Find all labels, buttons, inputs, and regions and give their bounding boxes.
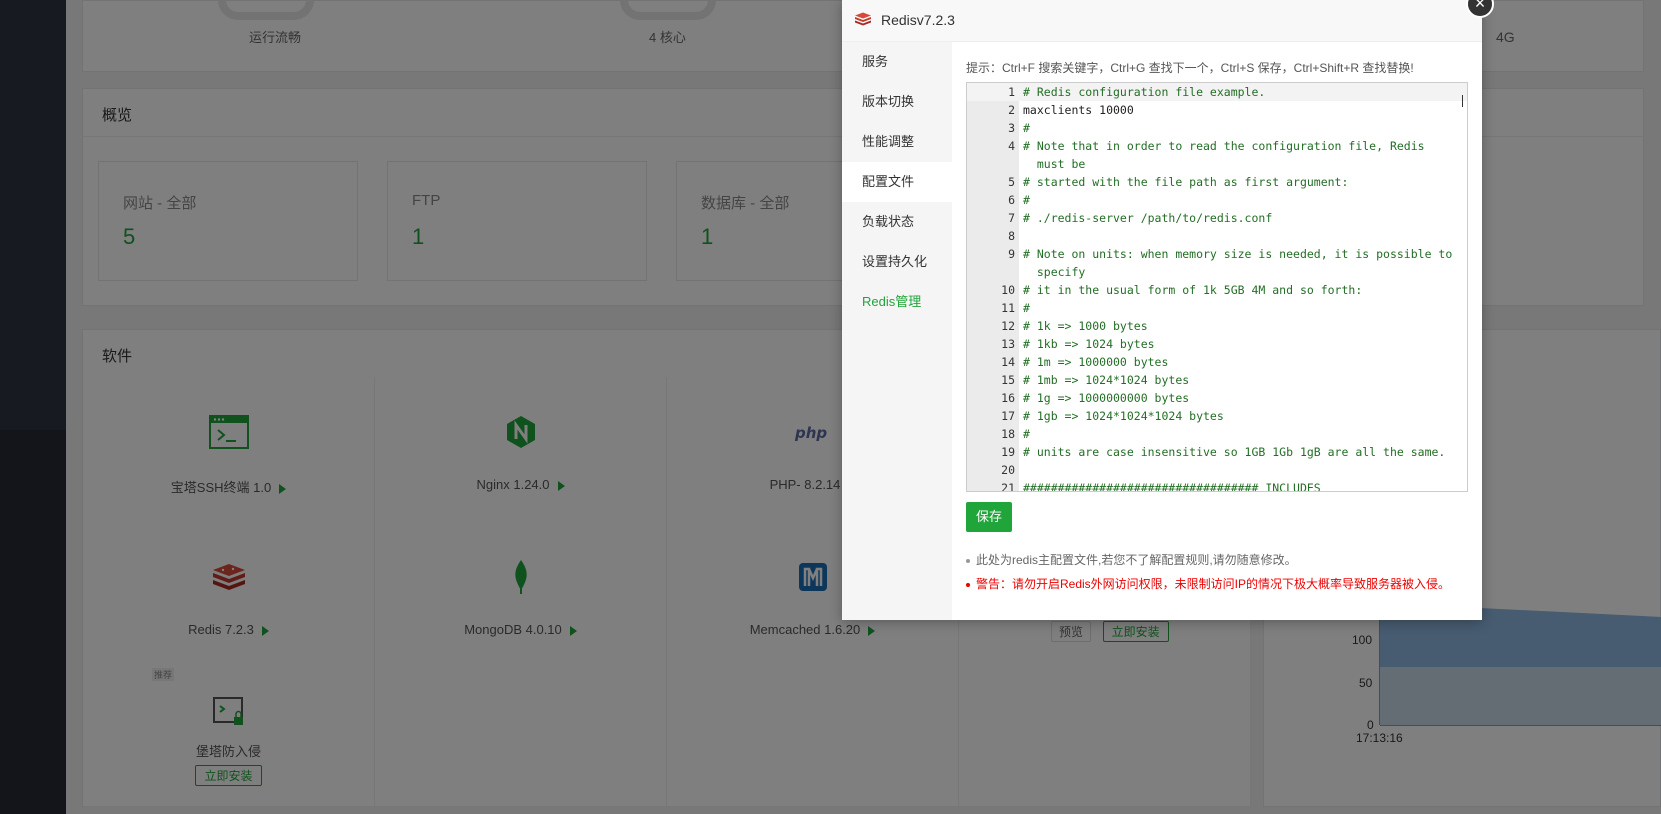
line-number: 16 xyxy=(1001,391,1015,405)
line-text: # Note on units: when memory size is nee… xyxy=(1023,247,1453,261)
editor-line[interactable]: 2 maxclients 10000 xyxy=(967,101,1467,119)
line-number: 2 xyxy=(1008,103,1015,117)
line-text: # xyxy=(1023,301,1030,315)
editor-line[interactable]: 20 xyxy=(967,461,1467,479)
editor-line[interactable]: 18 # xyxy=(967,425,1467,443)
line-number: 5 xyxy=(1008,175,1015,189)
line-text: # Redis configuration file example. xyxy=(1023,85,1266,99)
editor-line[interactable]: 10 # it in the usual form of 1k 5GB 4M an… xyxy=(967,281,1467,299)
editor-line[interactable]: 13 # 1kb => 1024 bytes xyxy=(967,335,1467,353)
line-text: # 1m => 1000000 bytes xyxy=(1023,355,1169,369)
line-text: # xyxy=(1023,193,1030,207)
redis-logo-icon xyxy=(854,11,872,30)
line-number: 18 xyxy=(1001,427,1015,441)
line-text: # 1gb => 1024*1024*1024 bytes xyxy=(1023,409,1224,423)
security-warning: 警告：请勿开启Redis外网访问权限，未限制访问IP的情况下极大概率导致服务器被… xyxy=(966,575,1450,592)
line-number: 19 xyxy=(1001,445,1015,459)
sidebar-item-load[interactable]: 负载状态 xyxy=(842,202,952,242)
editor-line[interactable]: 16 # 1g => 1000000000 bytes xyxy=(967,389,1467,407)
line-number: 10 xyxy=(1001,283,1015,297)
editor-line[interactable]: specify xyxy=(967,263,1467,281)
editor-line[interactable]: 5 # started with the file path as first a… xyxy=(967,173,1467,191)
redis-settings-modal: Redisv7.2.3 服务 版本切换 性能调整 配置文件 负载状态 设置持久化… xyxy=(842,0,1482,620)
editor-line[interactable]: 9 # Note on units: when memory size is ne… xyxy=(967,245,1467,263)
line-number: 15 xyxy=(1001,373,1015,387)
config-note: 此处为redis主配置文件,若您不了解配置规则,请勿随意修改。 xyxy=(966,551,1297,568)
sidebar-item-performance[interactable]: 性能调整 xyxy=(842,122,952,162)
line-text: maxclients 10000 xyxy=(1023,103,1134,117)
line-number: 11 xyxy=(1001,301,1015,315)
line-text: ################################## INCLU… xyxy=(1023,481,1321,492)
editor-line[interactable]: 11 # xyxy=(967,299,1467,317)
editor-line[interactable]: 4 # Note that in order to read the config… xyxy=(967,137,1467,155)
line-number: 20 xyxy=(1001,463,1015,477)
line-text: # xyxy=(1023,121,1030,135)
editor-line[interactable]: 3 # xyxy=(967,119,1467,137)
line-text: specify xyxy=(1023,265,1086,279)
line-text: # xyxy=(1023,427,1030,441)
modal-body: 提示：Ctrl+F 搜索关键字，Ctrl+G 查找下一个，Ctrl+S 保存，C… xyxy=(952,42,1482,620)
editor-line[interactable]: 12 # 1k => 1000 bytes xyxy=(967,317,1467,335)
sidebar-item-redis-manage[interactable]: Redis管理 xyxy=(842,282,952,322)
scrollbar[interactable] xyxy=(1462,95,1463,107)
line-text: must be xyxy=(1023,157,1086,171)
line-number: 21 xyxy=(1001,481,1015,492)
line-number: 9 xyxy=(1008,247,1015,261)
line-text: # Note that in order to read the configu… xyxy=(1023,139,1425,153)
editor-line[interactable]: 14 # 1m => 1000000 bytes xyxy=(967,353,1467,371)
save-button[interactable]: 保存 xyxy=(966,502,1012,532)
editor-line[interactable]: must be xyxy=(967,155,1467,173)
editor-line[interactable]: 19 # units are case insensitive so 1GB 1G… xyxy=(967,443,1467,461)
editor-line[interactable]: 7 # ./redis-server /path/to/redis.conf xyxy=(967,209,1467,227)
line-text: # ./redis-server /path/to/redis.conf xyxy=(1023,211,1273,225)
modal-title: Redisv7.2.3 xyxy=(881,12,955,28)
line-number: 4 xyxy=(1008,139,1015,153)
line-number: 3 xyxy=(1008,121,1015,135)
line-number: 17 xyxy=(1001,409,1015,423)
sidebar-item-service[interactable]: 服务 xyxy=(842,42,952,82)
line-number: 1 xyxy=(1008,85,1015,99)
editor-line[interactable]: 8 xyxy=(967,227,1467,245)
modal-sidebar: 服务 版本切换 性能调整 配置文件 负载状态 设置持久化 Redis管理 xyxy=(842,42,952,620)
editor-line[interactable]: 17 # 1gb => 1024*1024*1024 bytes xyxy=(967,407,1467,425)
sidebar-item-config[interactable]: 配置文件 xyxy=(842,162,952,202)
line-text: # 1mb => 1024*1024 bytes xyxy=(1023,373,1190,387)
sidebar-item-version[interactable]: 版本切换 xyxy=(842,82,952,122)
editor-line[interactable]: 1 # Redis configuration file example. xyxy=(967,83,1467,101)
line-number: 7 xyxy=(1008,211,1015,225)
line-text: # 1k => 1000 bytes xyxy=(1023,319,1148,333)
line-text: # started with the file path as first ar… xyxy=(1023,175,1349,189)
line-text: # 1kb => 1024 bytes xyxy=(1023,337,1155,351)
editor-line[interactable]: 21 ################################## INC… xyxy=(967,479,1467,492)
line-number: 8 xyxy=(1008,229,1015,243)
line-number: 6 xyxy=(1008,193,1015,207)
shortcut-tip: 提示：Ctrl+F 搜索关键字，Ctrl+G 查找下一个，Ctrl+S 保存，C… xyxy=(966,61,1414,75)
sidebar-item-persistence[interactable]: 设置持久化 xyxy=(842,242,952,282)
line-text: # it in the usual form of 1k 5GB 4M and … xyxy=(1023,283,1363,297)
modal-header: Redisv7.2.3 xyxy=(842,0,1482,42)
line-text: # units are case insensitive so 1GB 1Gb … xyxy=(1023,445,1446,459)
line-number: 12 xyxy=(1001,319,1015,333)
editor-line[interactable]: 15 # 1mb => 1024*1024 bytes xyxy=(967,371,1467,389)
line-text: # 1g => 1000000000 bytes xyxy=(1023,391,1190,405)
line-number: 14 xyxy=(1001,355,1015,369)
editor-line[interactable]: 6 # xyxy=(967,191,1467,209)
line-number: 13 xyxy=(1001,337,1015,351)
config-editor[interactable]: 1 # Redis configuration file example. 2 max… xyxy=(966,82,1468,492)
